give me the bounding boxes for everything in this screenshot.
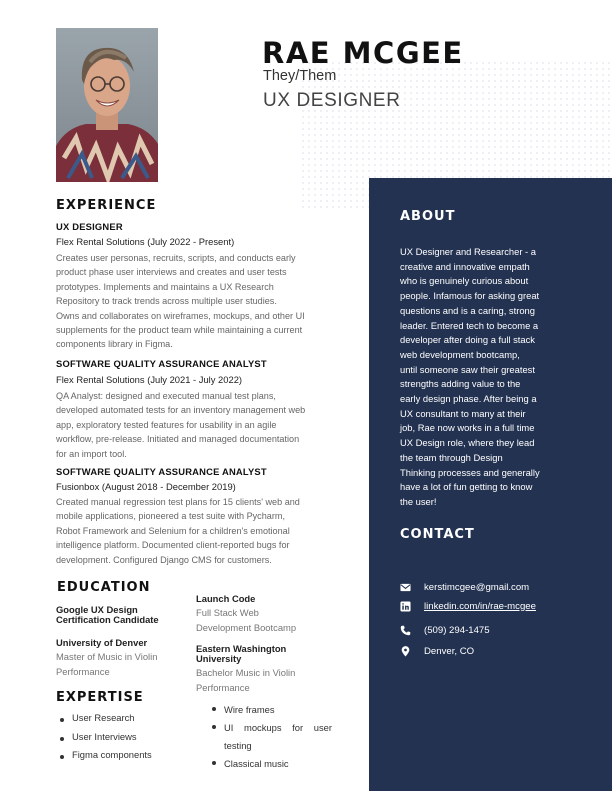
- person-name: RAE MCGEE: [262, 36, 464, 70]
- job-description-1: Creates user personas, recruits, scripts…: [56, 253, 305, 350]
- education-detail-2: Master of Music in Violin Performance: [56, 651, 158, 677]
- education-title-3: Launch Code: [196, 593, 256, 604]
- education-title-4: Eastern Washington University: [196, 643, 287, 664]
- job-title-3: SOFTWARE QUALITY ASSURANCE ANALYST: [56, 466, 267, 477]
- education-title-2: University of Denver: [56, 637, 148, 648]
- list-item: testing: [224, 740, 252, 751]
- job-title-1: UX DESIGNER: [56, 221, 123, 232]
- about-text: UX Designer and Researcher - a creative …: [400, 246, 540, 507]
- contact-phone[interactable]: (509) 294-1475: [400, 623, 490, 637]
- job-company-1: Flex Rental Solutions (July 2022 - Prese…: [56, 236, 235, 247]
- job-company-2: Flex Rental Solutions (July 2021 - July …: [56, 374, 243, 385]
- contact-heading: CONTACT: [400, 527, 475, 542]
- list-item: Figma components: [56, 749, 152, 768]
- contact-location: Denver, CO: [400, 644, 474, 658]
- list-item: User Research: [56, 712, 152, 731]
- email-icon: [400, 583, 411, 591]
- experience-heading: EXPERIENCE: [56, 198, 157, 213]
- linkedin-link[interactable]: linkedin.com/in/rae-mcgee: [424, 601, 536, 612]
- expertise-heading: EXPERTISE: [56, 690, 144, 705]
- expertise-list-2: Wire frames UI mockups for user testing …: [208, 701, 332, 773]
- job-description-2: QA Analyst: designed and executed manual…: [56, 391, 306, 459]
- pronouns: They/Them: [263, 68, 337, 84]
- education-detail-4: Bachelor Music in Violin Performance: [196, 667, 296, 693]
- job-company-3: Fusionbox (August 2018 - December 2019): [56, 481, 236, 492]
- phone-icon: [400, 625, 411, 635]
- linkedin-icon: [400, 600, 411, 612]
- email-text[interactable]: kerstimcgee@gmail.com: [424, 582, 529, 593]
- list-item: Wire frames: [208, 701, 332, 719]
- education-detail-3: Full Stack Web Development Bootcamp: [196, 607, 297, 633]
- phone-text[interactable]: (509) 294-1475: [424, 625, 490, 636]
- job-description-3: Created manual regression test plans for…: [56, 497, 300, 565]
- list-item: Classical music: [208, 755, 332, 773]
- location-text: Denver, CO: [424, 645, 475, 657]
- expertise-list-1: User Research User Interviews Figma comp…: [56, 712, 152, 768]
- job-title-2: SOFTWARE QUALITY ASSURANCE ANALYST: [56, 358, 267, 369]
- education-heading: EDUCATION: [57, 580, 151, 595]
- contact-linkedin[interactable]: linkedin.com/in/rae-mcgee: [400, 599, 536, 613]
- location-pin-icon: [401, 645, 410, 657]
- list-item: User Interviews: [56, 731, 152, 750]
- education-title-1: Google UX Design Certification Candidate: [56, 604, 159, 625]
- list-item: UI mockups for user: [208, 719, 332, 737]
- profile-photo: [56, 28, 158, 182]
- about-heading: ABOUT: [400, 209, 456, 224]
- contact-email[interactable]: kerstimcgee@gmail.com: [400, 580, 529, 594]
- job-title: UX DESIGNER: [263, 90, 401, 111]
